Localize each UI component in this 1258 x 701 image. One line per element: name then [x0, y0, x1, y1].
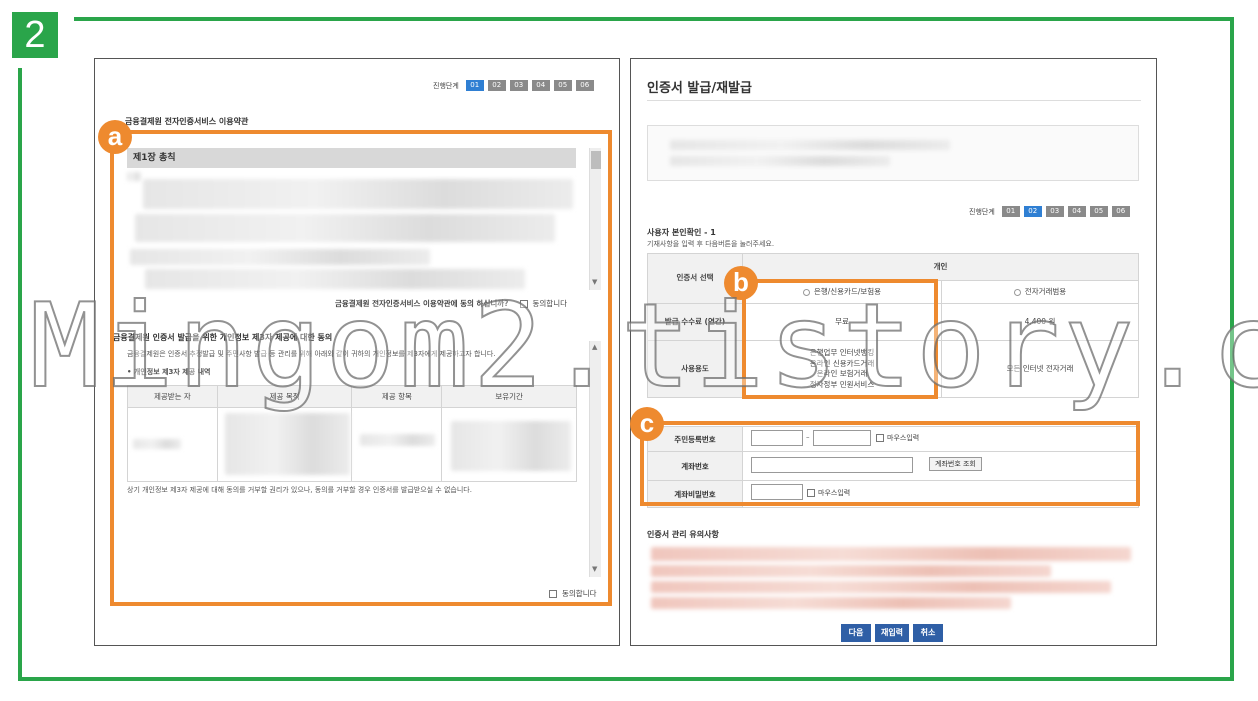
- next-button[interactable]: 다음: [841, 624, 871, 642]
- redacted-text: [651, 597, 1011, 609]
- annotation-marker-b: b: [724, 266, 758, 300]
- progress-steps: 진행단계 01 02 03 04 05 06: [433, 80, 594, 91]
- cancel-button[interactable]: 취소: [913, 624, 943, 642]
- progress-steps: 진행단계 01 02 03 04 05 06: [969, 206, 1130, 217]
- step-05: 05: [1089, 206, 1108, 217]
- annotation-box-a: [110, 130, 612, 606]
- header-personal: 개인: [742, 253, 1139, 281]
- step-01: 01: [465, 80, 484, 91]
- usage-special: 모든 인터넷 전자거래: [941, 340, 1139, 398]
- annotation-marker-a: a: [98, 120, 132, 154]
- notice-box: [647, 125, 1139, 181]
- step-01: 01: [1001, 206, 1020, 217]
- step-03: 03: [1045, 206, 1064, 217]
- terms-title: 금융결제원 전자인증서비스 이용약관: [125, 117, 249, 126]
- step-02: 02: [1023, 206, 1042, 217]
- annotation-marker-c: c: [630, 407, 664, 441]
- row-usage: 사용용도: [647, 340, 743, 398]
- step-06: 06: [1111, 206, 1130, 217]
- progress-label: 진행단계: [433, 81, 459, 90]
- fee-special: 4,400 원: [941, 303, 1139, 341]
- reenter-button[interactable]: 재입력: [875, 624, 909, 642]
- notice-title: 인증서 관리 유의사항: [647, 530, 719, 539]
- identity-hint: 기재사항을 입력 후 다음버튼을 눌러주세요.: [647, 240, 775, 248]
- annotation-box-b: [742, 279, 938, 399]
- progress-label: 진행단계: [969, 207, 995, 216]
- redacted-text: [651, 547, 1131, 561]
- step-number-badge: 2: [12, 12, 58, 58]
- redacted-text: [651, 581, 1111, 593]
- redacted-text: [670, 140, 950, 150]
- option-special[interactable]: 전자거래범용: [941, 280, 1139, 304]
- annotation-box-c: [640, 421, 1140, 506]
- step-04: 04: [531, 80, 550, 91]
- page-title: 인증서 발급/재발급: [647, 81, 752, 96]
- radio-special[interactable]: [1013, 288, 1021, 296]
- identity-title: 사용자 본인확인 - 1: [647, 228, 716, 237]
- redacted-text: [670, 156, 890, 166]
- step-04: 04: [1067, 206, 1086, 217]
- step-05: 05: [553, 80, 572, 91]
- step-06: 06: [575, 80, 594, 91]
- option-special-label: 전자거래범용: [1024, 286, 1067, 296]
- step-03: 03: [509, 80, 528, 91]
- heading-divider: [647, 100, 1141, 101]
- redacted-text: [651, 565, 1051, 577]
- row-fee: 발급 수수료 (연간): [647, 303, 743, 341]
- step-02: 02: [487, 80, 506, 91]
